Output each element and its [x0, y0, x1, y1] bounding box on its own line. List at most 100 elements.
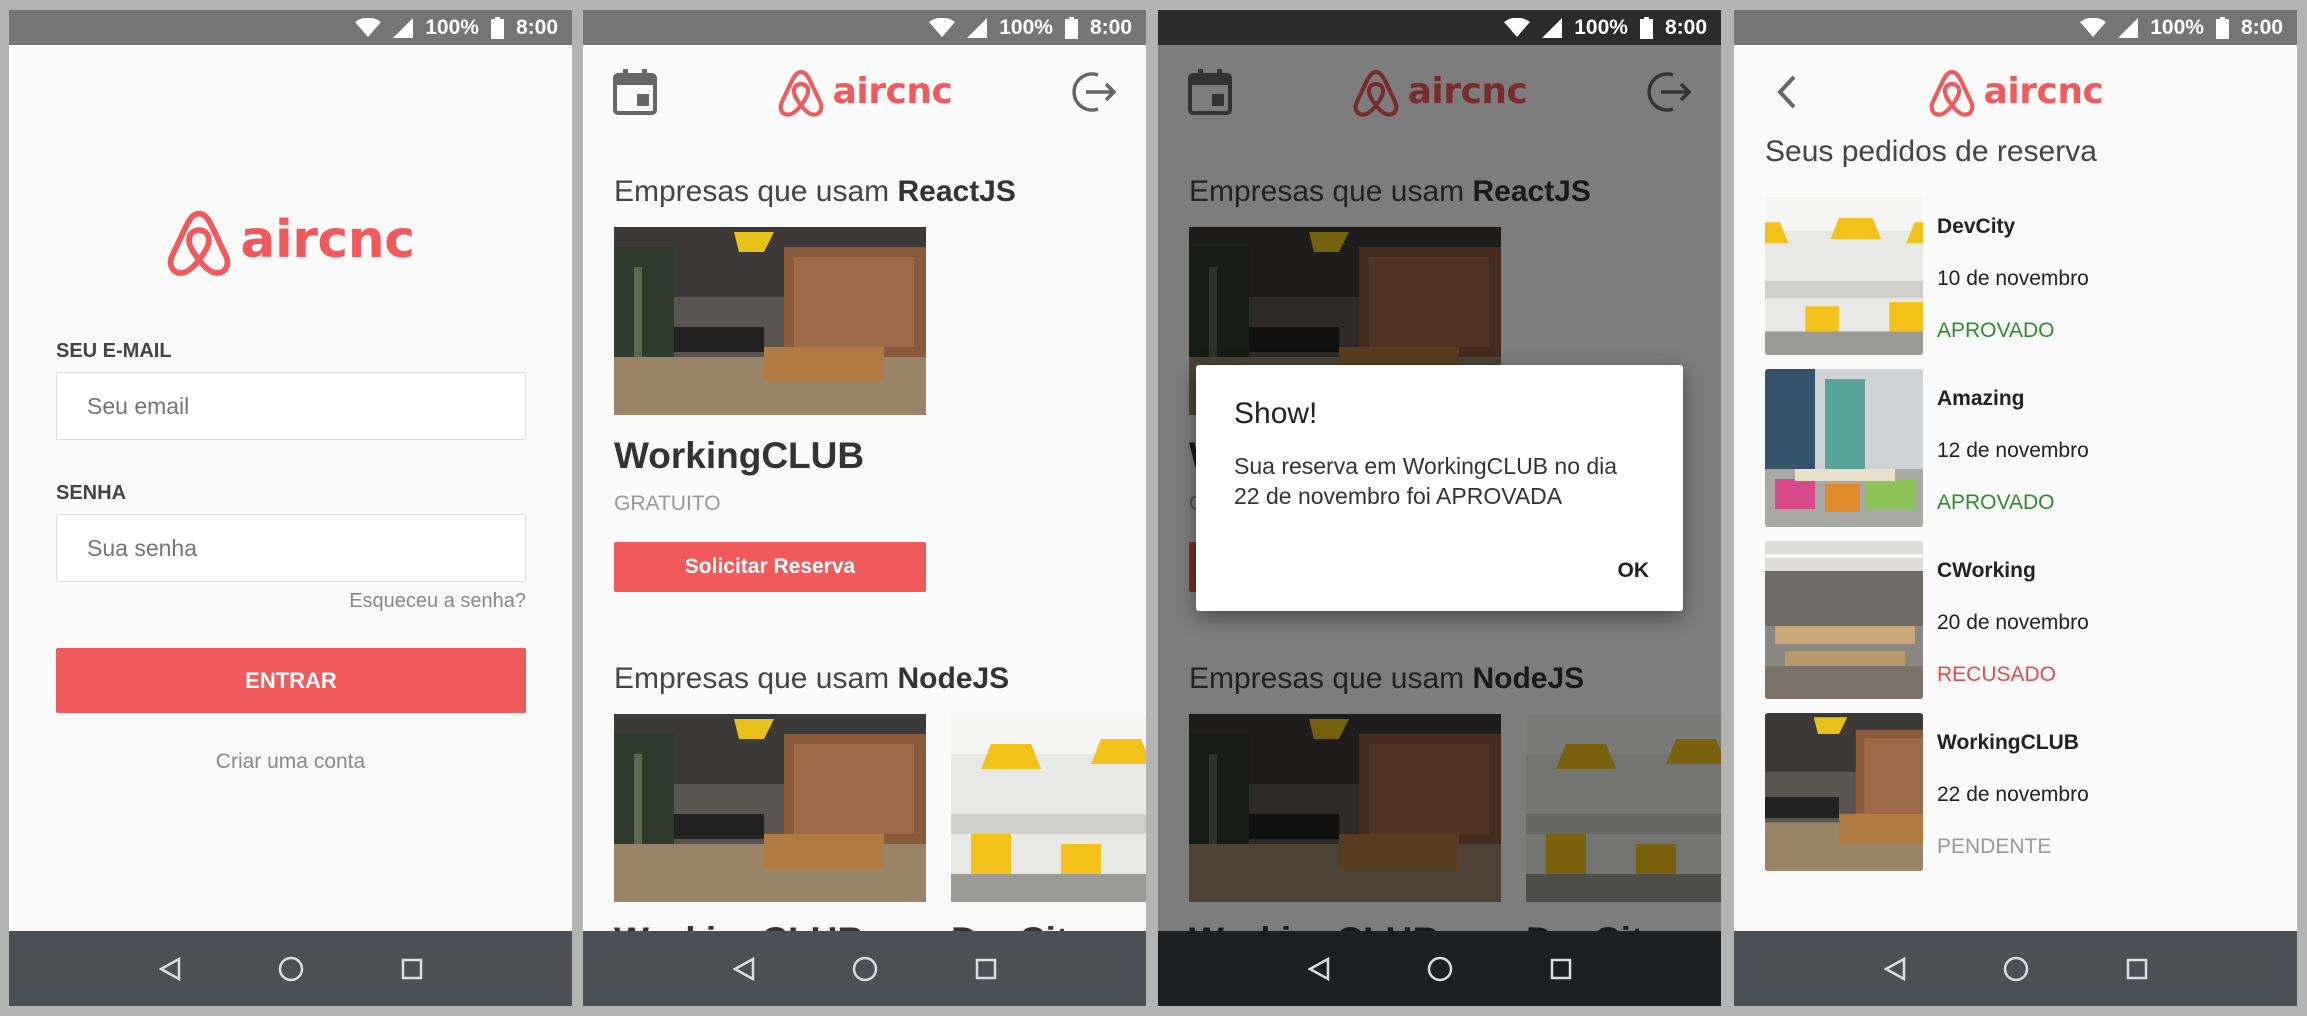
recents-nav-button[interactable]	[1531, 939, 1591, 999]
wifi-icon	[929, 17, 956, 37]
booking-thumbnail	[1765, 197, 1923, 355]
signal-icon	[967, 17, 988, 38]
dialog-ok-button[interactable]: OK	[1618, 559, 1650, 583]
spot-thumbnail[interactable]	[614, 227, 926, 415]
home-circle-icon	[1427, 956, 1452, 981]
android-nav-bar	[583, 931, 1146, 1006]
booking-status: RECUSADO	[1937, 663, 2057, 686]
booking-spot-name: CWorking	[1937, 559, 2036, 582]
signal-icon	[1542, 17, 1563, 38]
email-label: SEU E-MAIL	[56, 340, 172, 362]
alert-dialog: Show! Sua reserva em WorkingCLUB no dia …	[1196, 365, 1683, 611]
booking-item[interactable]: WorkingCLUB 22 de novembro PENDENTE	[1765, 713, 2265, 871]
spot-name: WorkingCLUB	[614, 435, 865, 476]
recents-square-icon	[2126, 958, 2147, 979]
email-field[interactable]	[56, 372, 526, 440]
spots-list-screen: 100% 8:00 aircnc Empresas que usam React…	[583, 10, 1146, 1006]
airbnb-logo-icon	[1928, 65, 1976, 117]
booking-status: APROVADO	[1937, 491, 2055, 514]
android-nav-bar	[1158, 931, 1721, 1006]
back-triangle-icon	[1883, 956, 1905, 981]
status-bar: 100% 8:00	[1734, 10, 2297, 45]
booking-spot-name: DevCity	[1937, 215, 2016, 238]
home-nav-button[interactable]	[835, 939, 895, 999]
booking-item[interactable]: CWorking 20 de novembro RECUSADO	[1765, 541, 2265, 699]
login-screen: 100% 8:00 aircnc SEU E-MAIL SENHA Esquec…	[9, 10, 572, 1006]
booking-date: 10 de novembro	[1937, 267, 2089, 290]
recents-nav-button[interactable]	[956, 939, 1016, 999]
bookings-screen: 100% 8:00 aircnc Seus pedidos de reserva…	[1734, 10, 2297, 1006]
home-circle-icon	[2003, 956, 2028, 981]
logout-icon[interactable]	[1068, 67, 1118, 117]
status-bar: 100% 8:00	[1158, 10, 1721, 45]
booking-approved-screen: 100% 8:00 aircnc Empresas que usam React…	[1158, 10, 1721, 1006]
home-nav-button[interactable]	[1410, 939, 1470, 999]
page-title: Seus pedidos de reserva	[1765, 135, 2097, 168]
clock: 8:00	[515, 15, 558, 39]
password-field[interactable]	[56, 514, 526, 582]
brand-logo: aircnc	[583, 65, 1146, 117]
back-nav-button[interactable]	[1289, 939, 1349, 999]
battery-percent: 100%	[2150, 15, 2204, 39]
request-booking-button[interactable]: Solicitar Reserva	[614, 542, 926, 592]
booking-date: 22 de novembro	[1937, 783, 2089, 806]
app-header: aircnc	[583, 45, 1146, 135]
battery-icon	[490, 16, 504, 39]
wifi-icon	[2080, 17, 2107, 37]
battery-icon	[1064, 16, 1078, 39]
recents-nav-button[interactable]	[382, 939, 442, 999]
brand-logo: aircnc	[1734, 65, 2297, 117]
battery-percent: 100%	[425, 15, 479, 39]
password-label: SENHA	[56, 482, 127, 504]
battery-percent: 100%	[999, 15, 1053, 39]
section-title-node: Empresas que usam NodeJS	[614, 662, 1010, 695]
home-circle-icon	[852, 956, 877, 981]
back-triangle-icon	[732, 956, 754, 981]
booking-thumbnail	[1765, 541, 1923, 699]
wifi-icon	[355, 17, 382, 37]
spot-thumbnail[interactable]	[951, 714, 1146, 902]
booking-item[interactable]: DevCity 10 de novembro APROVADO	[1765, 197, 2265, 355]
recents-nav-button[interactable]	[2107, 939, 2167, 999]
back-triangle-icon	[158, 956, 180, 981]
back-nav-button[interactable]	[1865, 939, 1925, 999]
android-nav-bar	[1734, 931, 2297, 1006]
booking-spot-name: WorkingCLUB	[1937, 731, 2079, 754]
battery-icon	[1639, 16, 1653, 39]
create-account-link[interactable]: Criar uma conta	[9, 750, 572, 774]
recents-square-icon	[401, 958, 422, 979]
booking-status: APROVADO	[1937, 319, 2055, 342]
recents-square-icon	[1550, 958, 1571, 979]
android-nav-bar	[9, 931, 572, 1006]
app-header: aircnc	[1734, 45, 2297, 135]
home-nav-button[interactable]	[261, 939, 321, 999]
status-bar: 100% 8:00	[583, 10, 1146, 45]
booking-status: PENDENTE	[1937, 835, 2052, 858]
dialog-title: Show!	[1234, 397, 1318, 430]
battery-icon	[2215, 16, 2229, 39]
recents-square-icon	[975, 958, 996, 979]
battery-percent: 100%	[1574, 15, 1628, 39]
spot-thumbnail[interactable]	[614, 714, 926, 902]
clock: 8:00	[1664, 15, 1707, 39]
home-nav-button[interactable]	[1986, 939, 2046, 999]
brand-logo: aircnc	[9, 202, 572, 278]
booking-item[interactable]: Amazing 12 de novembro APROVADO	[1765, 369, 2265, 527]
forgot-password-link[interactable]: Esqueceu a senha?	[349, 590, 526, 613]
section-title-react: Empresas que usam ReactJS	[614, 175, 1016, 208]
back-nav-button[interactable]	[140, 939, 200, 999]
status-bar: 100% 8:00	[9, 10, 572, 45]
airbnb-logo-icon	[777, 65, 825, 117]
dialog-message: Sua reserva em WorkingCLUB no dia 22 de …	[1234, 453, 1618, 509]
airbnb-logo-icon	[166, 202, 232, 278]
booking-thumbnail	[1765, 369, 1923, 527]
clock: 8:00	[2240, 15, 2283, 39]
signal-icon	[2118, 17, 2139, 38]
booking-date: 20 de novembro	[1937, 611, 2089, 634]
login-button[interactable]: ENTRAR	[56, 648, 526, 713]
booking-date: 12 de novembro	[1937, 439, 2089, 462]
home-circle-icon	[278, 956, 303, 981]
back-nav-button[interactable]	[714, 939, 774, 999]
wifi-icon	[1504, 17, 1531, 37]
clock: 8:00	[1089, 15, 1132, 39]
